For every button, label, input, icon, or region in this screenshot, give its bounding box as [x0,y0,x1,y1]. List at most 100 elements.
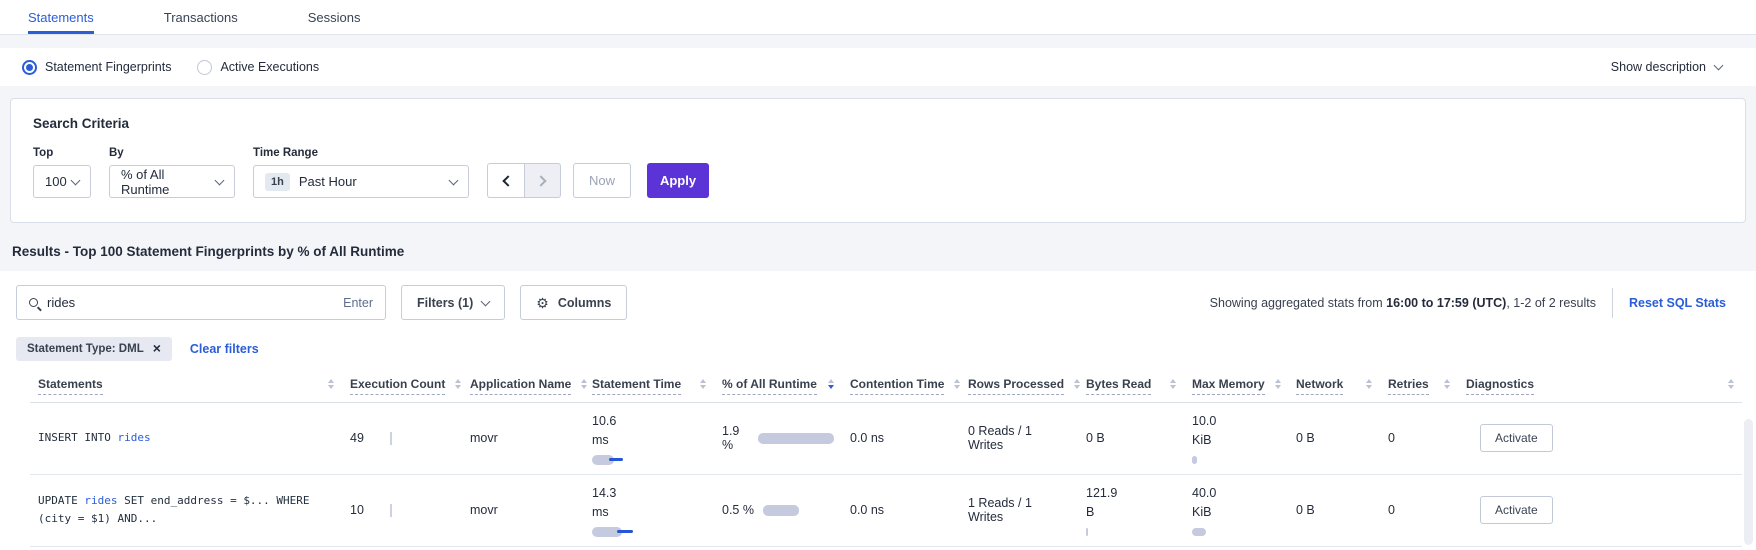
activate-diagnostics-button[interactable]: Activate [1480,496,1553,524]
sort-down-arrow [1728,385,1734,389]
time-next-button[interactable] [524,163,561,198]
top-value: 100 [45,174,67,189]
runtime-pct-cell: 0.5 % [714,503,842,517]
max-memory-cell: 40.0KiB [1184,484,1288,537]
statement-fingerprint-link[interactable]: UPDATE rides SET end_address = $... WHER… [38,492,334,528]
column-header-label: % of All Runtime [722,377,817,395]
by-label: By [109,147,235,159]
execution-count-value: 49 [350,431,364,445]
column-header-rows-processed[interactable]: Rows Processed [960,377,1078,395]
radio-label: Statement Fingerprints [45,60,171,74]
angle-left-icon [502,175,513,186]
radio-statement-fingerprints[interactable]: Statement Fingerprints [22,60,171,75]
column-header-diagnostics[interactable]: Diagnostics [1458,377,1742,395]
show-description-toggle[interactable]: Show description [1611,60,1722,74]
close-icon[interactable]: × [153,343,161,354]
tab-transactions[interactable]: Transactions [164,0,238,34]
time-prev-button[interactable] [487,163,524,198]
application-name-cell: movr [462,503,584,517]
tab-sessions[interactable]: Sessions [308,0,361,34]
table-row: UPDATE rides SET end_address = $... WHER… [30,475,1742,547]
reset-sql-stats-link[interactable]: Reset SQL Stats [1629,296,1726,310]
clear-filters-link[interactable]: Clear filters [190,342,259,356]
runtime-pct-value: 1.9 % [722,424,749,452]
statement-fingerprint-link[interactable]: INSERT INTO rides [38,429,334,447]
column-header-bytes-read[interactable]: Bytes Read [1078,377,1184,395]
filter-chip-statement-type[interactable]: Statement Type: DML × [16,337,172,361]
view-radio-group: Statement Fingerprints Active Executions [22,60,319,75]
sort-down-arrow [1275,385,1281,389]
execution-count-cell: 10 [342,503,462,517]
filters-button[interactable]: Filters (1) [401,285,505,320]
column-header-max-memory[interactable]: Max Memory [1184,377,1288,395]
gear-icon: ⚙ [536,296,549,310]
filters-label: Filters (1) [417,296,473,310]
tab-statements[interactable]: Statements [28,0,94,34]
radio-label: Active Executions [220,60,319,74]
sort-icon [1444,379,1450,389]
bar-fill [1086,528,1088,536]
columns-button[interactable]: ⚙ Columns [520,285,627,320]
time-nav-group [487,163,561,198]
metric-bar [592,455,706,465]
column-header--of-all-runtime[interactable]: % of All Runtime [714,377,842,395]
column-header-statements[interactable]: Statements [30,377,342,395]
radio-active-executions[interactable]: Active Executions [197,60,319,75]
enter-hint: Enter [343,296,373,310]
column-header-statement-time[interactable]: Statement Time [584,377,714,395]
search-criteria-card: Search Criteria Top 100 By % of All Runt… [10,98,1746,223]
metric-unit: ms [592,431,706,450]
metric-unit: KiB [1192,503,1280,522]
column-header-application-name[interactable]: Application Name [462,377,584,395]
sort-up-arrow [455,379,461,383]
column-header-label: Statement Time [592,377,681,395]
metric-value: 121.9 [1086,484,1176,503]
sql-text: UPDATE [38,494,84,507]
sort-down-arrow [455,385,461,389]
radio-selected-icon [22,60,37,75]
filter-chips-row: Statement Type: DML × Clear filters [0,320,1756,367]
sort-down-arrow [1366,385,1372,389]
runtime-pct-bar [763,505,799,516]
results-toolbar: Enter Filters (1) ⚙ Columns Showing aggr… [0,285,1756,320]
sort-icon [700,379,706,389]
sort-down-arrow [828,385,834,389]
chevron-down-icon [215,175,225,185]
now-button[interactable]: Now [573,163,631,198]
top-select[interactable]: 100 [33,165,91,198]
activate-diagnostics-button[interactable]: Activate [1480,424,1553,452]
sort-icon [328,379,334,389]
metric-bar [1192,455,1280,465]
apply-button[interactable]: Apply [647,163,709,198]
column-header-contention-time[interactable]: Contention Time [842,377,960,395]
chevron-down-icon [481,296,491,306]
sort-up-arrow [328,379,334,383]
by-field: By % of All Runtime [109,147,235,198]
diagnostics-cell: Activate [1458,424,1742,452]
sort-up-arrow [1275,379,1281,383]
chevron-down-icon [1714,61,1724,71]
view-toggle-row: Statement Fingerprints Active Executions… [0,48,1756,86]
bar-fill [1192,528,1206,536]
column-header-label: Bytes Read [1086,377,1151,395]
contention-time-cell: 0.0 ns [842,503,960,517]
application-name-cell: movr [462,431,584,445]
column-header-label: Contention Time [850,377,944,395]
vertical-scrollbar[interactable] [1744,419,1753,545]
column-header-label: Retries [1388,377,1429,395]
diagnostics-cell: Activate [1458,496,1742,524]
sql-text: INSERT INTO [38,431,117,444]
column-header-retries[interactable]: Retries [1380,377,1458,395]
column-header-label: Network [1296,377,1343,395]
by-select[interactable]: % of All Runtime [109,165,235,198]
statement-cell[interactable]: UPDATE rides SET end_address = $... WHER… [30,492,342,528]
statement-cell[interactable]: INSERT INTO rides [30,429,342,447]
column-header-execution-count[interactable]: Execution Count [342,377,462,395]
time-range-select[interactable]: 1h Past Hour [253,165,469,198]
column-header-label: Execution Count [350,377,445,395]
search-input[interactable] [47,295,334,310]
statement-search-box[interactable]: Enter [16,285,386,320]
column-header-network[interactable]: Network [1288,377,1380,395]
sort-icon [1728,379,1734,389]
tab-label: Statements [28,10,94,25]
